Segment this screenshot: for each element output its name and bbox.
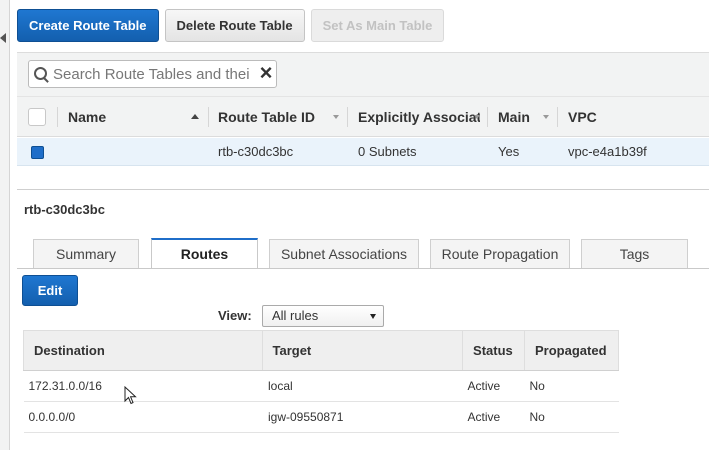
routes-column-destination: Destination	[23, 330, 263, 371]
tab-summary[interactable]: Summary	[33, 239, 139, 269]
routes-column-target: Target	[261, 330, 464, 371]
route-status: Active	[462, 401, 525, 433]
toolbar: Create Route Table Delete Route Table Se…	[17, 9, 445, 42]
sort-icon[interactable]	[543, 115, 549, 119]
mouse-cursor-icon	[124, 386, 137, 405]
route-tables-grid-header: Name Route Table ID Explicitly Associat …	[17, 96, 709, 137]
tabs-baseline	[17, 268, 709, 269]
view-select-value: All rules	[272, 308, 319, 323]
detail-pane-divider[interactable]	[17, 189, 709, 190]
column-header-explicitly-associated[interactable]: Explicitly Associat	[358, 97, 480, 137]
set-as-main-table-button[interactable]: Set As Main Table	[310, 9, 445, 42]
caret-down-icon	[370, 314, 376, 319]
route-propagated: No	[524, 370, 619, 402]
search-box[interactable]: Search Route Tables and thei ×	[28, 60, 277, 88]
tab-subnet-associations[interactable]: Subnet Associations	[269, 239, 419, 269]
route-row: 172.31.0.0/16 local Active No	[23, 370, 619, 402]
view-label: View:	[218, 308, 252, 323]
routes-column-status: Status	[462, 330, 525, 371]
tab-routes[interactable]: Routes	[151, 238, 258, 269]
sort-icon[interactable]	[474, 115, 480, 119]
column-header-name[interactable]: Name	[68, 97, 106, 137]
sort-icon[interactable]	[333, 115, 339, 119]
sort-ascending-icon[interactable]	[191, 114, 199, 119]
view-select[interactable]: All rules	[262, 305, 384, 327]
column-header-main[interactable]: Main	[498, 97, 530, 137]
tab-tags[interactable]: Tags	[581, 239, 688, 269]
clear-search-icon[interactable]: ×	[256, 62, 276, 84]
search-input[interactable]: Search Route Tables and thei	[53, 66, 256, 83]
search-icon	[31, 61, 53, 87]
column-header-route-table-id[interactable]: Route Table ID	[218, 97, 315, 137]
route-status: Active	[462, 370, 525, 402]
edit-routes-button[interactable]: Edit	[22, 275, 78, 306]
collapse-left-icon[interactable]	[0, 33, 6, 43]
route-table-row[interactable]: rtb-c30dc3bc 0 Subnets Yes vpc-e4a1b39f	[17, 138, 709, 166]
cell-route-table-id: rtb-c30dc3bc	[218, 144, 294, 159]
column-header-vpc[interactable]: VPC	[568, 97, 597, 137]
row-checkbox[interactable]	[31, 146, 44, 159]
route-propagated: No	[524, 401, 619, 433]
cell-main: Yes	[498, 144, 520, 159]
route-destination: 0.0.0.0/0	[23, 401, 262, 433]
create-route-table-button[interactable]: Create Route Table	[17, 9, 159, 42]
route-target-link[interactable]: igw-09550871	[262, 401, 463, 433]
left-rail	[0, 0, 10, 450]
cell-vpc: vpc-e4a1b39f	[568, 144, 647, 159]
filter-bar: Search Route Tables and thei ×	[17, 52, 709, 96]
delete-route-table-button[interactable]: Delete Route Table	[164, 9, 305, 42]
route-row: 0.0.0.0/0 igw-09550871 Active No	[23, 401, 619, 433]
tab-route-propagation[interactable]: Route Propagation	[430, 239, 570, 269]
cell-explicitly-associated: 0 Subnets	[358, 144, 417, 159]
detail-pane-title: rtb-c30dc3bc	[24, 202, 105, 217]
routes-table: Destination Target Status Propagated 172…	[23, 330, 619, 433]
routes-column-propagated: Propagated	[524, 330, 619, 371]
routes-header-row: Destination Target Status Propagated	[23, 330, 619, 371]
route-destination: 172.31.0.0/16	[23, 370, 262, 402]
select-all-checkbox[interactable]	[28, 108, 46, 126]
route-target: local	[262, 370, 463, 402]
